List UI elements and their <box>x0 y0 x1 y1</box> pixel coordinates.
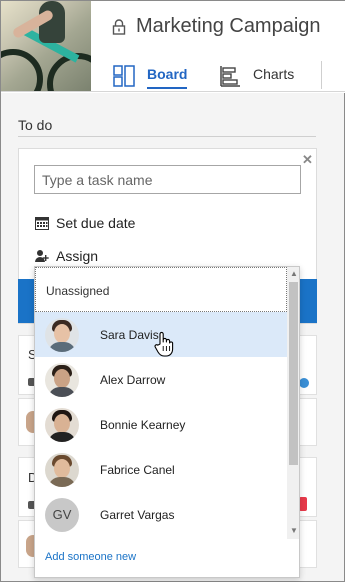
active-tab-indicator <box>147 87 187 89</box>
avatar <box>45 317 79 352</box>
set-due-date-label: Set due date <box>56 215 136 231</box>
person-name: Sara Davis <box>100 327 159 342</box>
header-divider <box>321 61 322 89</box>
charts-icon[interactable] <box>219 65 241 87</box>
label-tag <box>299 497 307 511</box>
tab-board[interactable]: Board <box>147 66 187 82</box>
hand-cursor-icon <box>154 331 174 357</box>
person-name: Fabrice Canel <box>100 462 175 477</box>
lock-icon <box>112 19 126 35</box>
bucket-title: To do <box>18 117 53 133</box>
avatar: GV <box>45 497 79 532</box>
person-option-alex-darrow[interactable]: Alex Darrow <box>35 357 287 402</box>
calendar-icon <box>35 217 49 230</box>
person-option-bonnie-kearney[interactable]: Bonnie Kearney <box>35 402 287 447</box>
tab-charts[interactable]: Charts <box>253 66 294 82</box>
add-person-icon <box>35 250 49 262</box>
set-due-date-button[interactable]: Set due date <box>35 212 135 234</box>
board-icon[interactable] <box>113 65 135 87</box>
person-name: Alex Darrow <box>100 372 166 387</box>
task-name-input[interactable] <box>34 165 301 194</box>
close-icon[interactable]: ✕ <box>302 152 313 168</box>
header-border <box>1 91 345 92</box>
dropdown-scrollbar[interactable]: ▲ ▼ <box>287 267 299 539</box>
scroll-down-icon[interactable]: ▼ <box>290 526 298 535</box>
plan-hero-image <box>1 1 91 91</box>
person-name: Garret Vargas <box>100 507 175 522</box>
avatar <box>45 362 79 397</box>
app-frame: Marketing Campaign Board Charts To do S … <box>0 0 345 582</box>
unassigned-option[interactable]: Unassigned <box>35 267 287 312</box>
avatar <box>45 407 79 442</box>
assign-dropdown: Unassigned Sara Davis Alex Darrow Bonnie… <box>34 266 300 578</box>
plan-title: Marketing Campaign <box>136 15 321 37</box>
add-someone-new-link[interactable]: Add someone new <box>45 551 136 563</box>
avatar <box>45 452 79 487</box>
scrollbar-thumb[interactable] <box>289 282 298 465</box>
scroll-up-icon[interactable]: ▲ <box>290 269 298 278</box>
assign-label: Assign <box>56 248 99 264</box>
assign-button[interactable]: Assign <box>35 245 98 267</box>
bucket-divider <box>18 136 316 137</box>
person-option-fabrice-canel[interactable]: Fabrice Canel <box>35 447 287 492</box>
progress-icon <box>299 378 309 388</box>
person-option-garret-vargas[interactable]: GV Garret Vargas <box>35 492 287 537</box>
person-name: Bonnie Kearney <box>100 417 186 432</box>
plan-header: Marketing Campaign Board Charts <box>1 1 345 93</box>
